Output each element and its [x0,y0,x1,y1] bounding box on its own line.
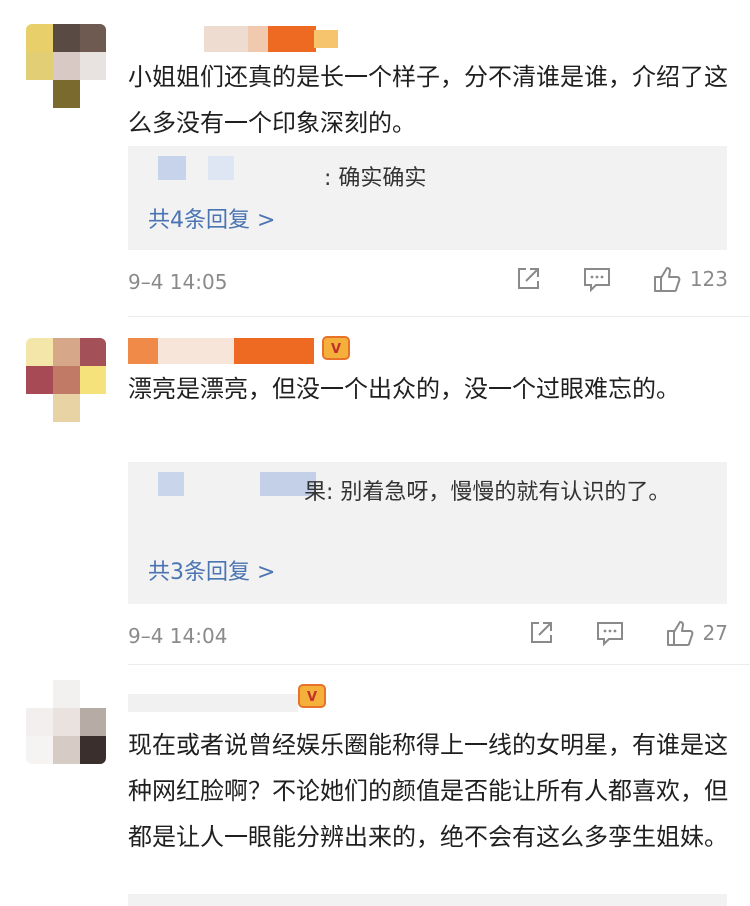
avatar[interactable] [26,24,106,108]
comment-item: V 漂亮是漂亮，但没一个出众的，没一个过眼难忘的。 果: 别着急呀，慢慢的就有认… [0,320,750,666]
timestamp: 9–4 14:05 [128,270,228,294]
share-icon[interactable] [527,619,555,647]
comment-icon[interactable] [582,265,612,293]
view-replies-link[interactable]: 共4条回复 > [148,206,275,236]
reply-preview[interactable]: : 确实确实 共4条回复 > [128,146,727,250]
divider [128,664,750,665]
comment-text: 小姐姐们还真的是长一个样子，分不清谁是谁，介绍了这么多没有一个印象深刻的。 [128,63,728,137]
like-button[interactable]: 27 [665,618,728,648]
vip-badge: V [322,336,350,360]
like-count: 123 [689,267,728,291]
reply-preview [128,894,727,906]
like-icon [665,618,695,648]
comment-text: 漂亮是漂亮，但没一个出众的，没一个过眼难忘的。 [128,375,680,403]
comment-text: 现在或者说曾经娱乐圈能称得上一线的女明星，有谁是这种网红脸啊？不论她们的颜值是否… [128,731,728,851]
share-icon[interactable] [514,265,542,293]
timestamp: 9–4 14:04 [128,624,228,648]
comment-item: V 现在或者说曾经娱乐圈能称得上一线的女明星，有谁是这种网红脸啊？不论她们的颜值… [0,668,750,906]
vip-badge: V [298,684,326,708]
comment-item: 小姐姐们还真的是长一个样子，分不清谁是谁，介绍了这么多没有一个印象深刻的。 : … [0,0,750,318]
comment-icon[interactable] [595,619,625,647]
like-count: 27 [702,621,728,645]
username[interactable] [128,338,338,364]
avatar[interactable] [26,680,106,764]
view-replies-link[interactable]: 共3条回复 > [148,558,275,588]
like-icon [652,264,682,294]
reply-text: : 确实确实 [324,166,427,191]
reply-text: 果: 别着急呀，慢慢的就有认识的了。 [304,480,671,505]
username[interactable] [128,26,338,52]
like-button[interactable]: 123 [652,264,728,294]
comment-actions: 27 [527,618,728,648]
divider [128,316,750,317]
comment-actions: 123 [514,264,728,294]
reply-preview[interactable]: 果: 别着急呀，慢慢的就有认识的了。 共3条回复 > [128,462,727,604]
avatar[interactable] [26,338,106,422]
reply-username[interactable] [158,472,184,496]
reply-username[interactable] [158,156,186,180]
